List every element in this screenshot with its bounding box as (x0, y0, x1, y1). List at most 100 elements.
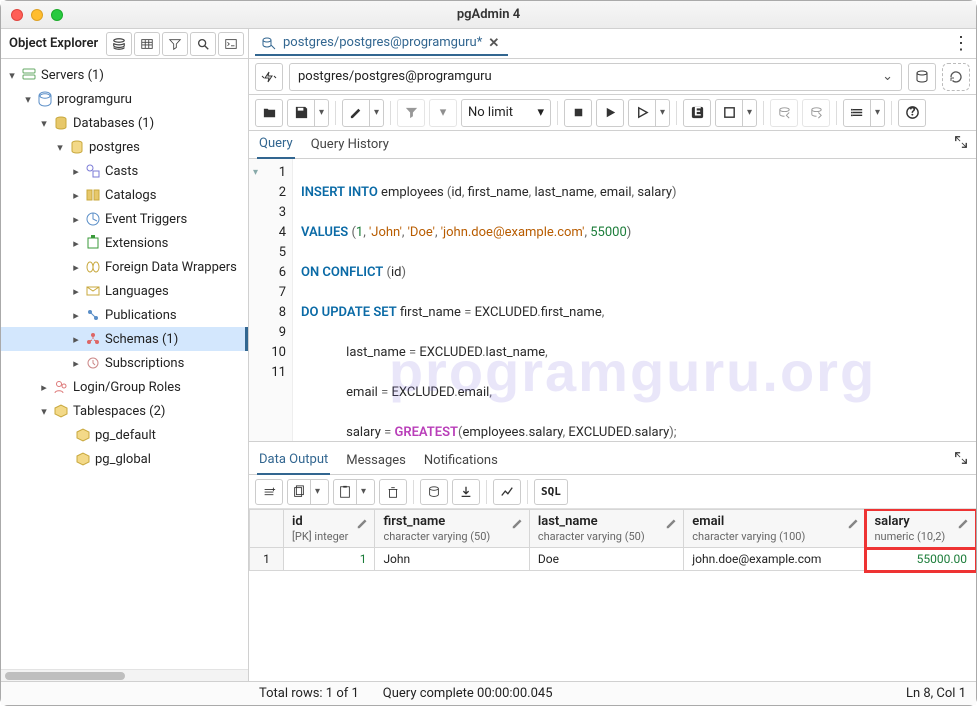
open-file-button[interactable] (255, 99, 283, 127)
tab-notifications[interactable]: Notifications (422, 447, 500, 474)
connection-dropdown[interactable]: postgres/postgres@programguru ⌄ (289, 63, 902, 91)
window-titlebar: pgAdmin 4 (1, 1, 976, 29)
object-tree[interactable]: ▾Servers (1) ▾programguru ▾Databases (1)… (1, 59, 248, 669)
catalogs-icon (85, 187, 101, 203)
edit-col-icon[interactable] (847, 516, 861, 530)
sql-editor[interactable]: 1234567891011 INSERT INTO employees (id,… (249, 159, 976, 441)
languages-icon (85, 283, 101, 299)
tab-messages[interactable]: Messages (344, 447, 408, 474)
tab-data-output[interactable]: Data Output (257, 446, 330, 475)
tab-menu-icon[interactable]: ⋮ (952, 33, 970, 54)
chevron-down-icon[interactable]: ▾ (655, 100, 669, 126)
commit-button[interactable]: ▾ (715, 99, 757, 127)
col-email[interactable]: emailcharacter varying (100) (684, 510, 866, 548)
tree-publications[interactable]: ▸Publications (1, 303, 248, 327)
event-triggers-icon (85, 211, 101, 227)
chevron-down-icon[interactable]: ▾ (314, 100, 328, 126)
col-id[interactable]: id[PK] integer (284, 510, 375, 548)
tab-query-history[interactable]: Query History (309, 131, 391, 158)
tree-event-triggers[interactable]: ▸Event Triggers (1, 207, 248, 231)
window-title: pgAdmin 4 (1, 7, 976, 22)
edit-button[interactable]: ▾ (342, 99, 384, 127)
tree-extensions[interactable]: ▸Extensions (1, 231, 248, 255)
col-first-name[interactable]: first_namecharacter varying (50) (375, 510, 529, 548)
psql-terminal-icon[interactable] (218, 32, 244, 56)
save-file-button[interactable]: ▾ (287, 99, 329, 127)
databases-icon (53, 115, 69, 131)
edit-col-icon[interactable] (511, 516, 525, 530)
explain-button[interactable]: ▾ (628, 99, 670, 127)
tree-schemas[interactable]: ▸Schemas (1) (1, 327, 248, 351)
svg-text:?: ? (909, 105, 915, 118)
tree-catalogs[interactable]: ▸Catalogs (1, 183, 248, 207)
save-data-button[interactable] (420, 479, 448, 505)
tree-db-postgres[interactable]: ▾postgres (1, 135, 248, 159)
tree-pg-global[interactable]: pg_global (1, 447, 248, 471)
status-cursor: Ln 8, Col 1 (906, 686, 966, 701)
chevron-down-icon[interactable]: ▾ (310, 480, 324, 504)
col-last-name[interactable]: last_namecharacter varying (50) (529, 510, 683, 548)
edit-col-icon[interactable] (665, 516, 679, 530)
tab-query[interactable]: Query (257, 130, 295, 159)
delete-row-button[interactable] (379, 479, 407, 505)
login-roles-icon (53, 379, 69, 395)
server-icon (37, 91, 53, 107)
download-button[interactable] (452, 479, 480, 505)
sql-button[interactable]: SQL (534, 479, 568, 505)
status-bar: Total rows: 1 of 1 Query complete 00:00:… (1, 681, 976, 705)
paste-button[interactable]: ▾ (333, 479, 375, 505)
fdw-icon (85, 259, 101, 275)
close-tab-icon[interactable]: ✕ (488, 36, 502, 50)
tree-casts[interactable]: ▸Casts (1, 159, 248, 183)
object-explorer-panel: Object Explorer ▾Servers (1) ▾programgur… (1, 29, 249, 681)
tree-pg-default[interactable]: pg_default (1, 423, 248, 447)
search-objects-icon[interactable] (190, 32, 216, 56)
query-tool-tab-icon (261, 35, 277, 51)
tree-server[interactable]: ▾programguru (1, 87, 248, 111)
limit-dropdown[interactable]: No limit▾ (461, 99, 551, 127)
add-row-button[interactable] (255, 479, 283, 505)
execute-button[interactable] (596, 99, 624, 127)
result-grid[interactable]: id[PK] integer first_namecharacter varyi… (249, 509, 976, 681)
tree-subscriptions[interactable]: ▸Subscriptions (1, 351, 248, 375)
tree-fdw[interactable]: ▸Foreign Data Wrappers (1, 255, 248, 279)
tree-servers[interactable]: ▾Servers (1) (1, 63, 248, 87)
status-time: Query complete 00:00:00.045 (383, 686, 553, 701)
chevron-down-icon[interactable]: ▾ (356, 480, 370, 504)
view-table-icon[interactable] (134, 32, 160, 56)
table-row[interactable]: 1 1 John Doe john.doe@example.com 55000.… (250, 548, 976, 571)
line-gutter: 1234567891011 (249, 159, 293, 441)
tree-tablespaces[interactable]: ▾Tablespaces (2) (1, 399, 248, 423)
status-rows: Total rows: 1 of 1 (259, 686, 359, 701)
chevron-down-icon[interactable]: ▾ (742, 100, 756, 126)
sidebar-h-scrollbar[interactable] (1, 669, 248, 681)
help-button[interactable]: ? (898, 99, 926, 127)
expand-output-icon[interactable] (954, 451, 968, 465)
tree-databases[interactable]: ▾Databases (1) (1, 111, 248, 135)
extensions-icon (85, 235, 101, 251)
reset-layout-icon[interactable] (942, 63, 970, 91)
graph-visualiser-button[interactable] (493, 479, 521, 505)
tree-login-roles[interactable]: ▸Login/Group Roles (1, 375, 248, 399)
server-group-icon (21, 67, 37, 83)
copy-button[interactable]: ▾ (287, 479, 329, 505)
connection-status-icon[interactable] (255, 63, 283, 91)
chevron-down-icon[interactable]: ▾ (369, 100, 383, 126)
macros-button[interactable]: ▾ (843, 99, 885, 127)
expand-editor-icon[interactable] (954, 135, 968, 149)
edit-col-icon[interactable] (356, 516, 370, 530)
query-tool-icon[interactable] (106, 32, 132, 56)
new-connection-icon[interactable] (908, 63, 936, 91)
stop-button[interactable] (564, 99, 592, 127)
output-toolbar: ▾ ▾ SQL (249, 475, 976, 509)
editor-tab[interactable]: postgres/postgres@programguru* ✕ (255, 32, 508, 56)
explain-analyze-button[interactable]: E (683, 99, 711, 127)
filter-rows-icon[interactable] (162, 32, 188, 56)
col-salary[interactable]: salarynumeric (10,2) (866, 510, 976, 548)
tree-languages[interactable]: ▸Languages (1, 279, 248, 303)
filter-dropdown: ▾ (429, 99, 457, 127)
edit-col-icon[interactable] (957, 516, 971, 530)
chevron-down-icon[interactable]: ▾ (870, 100, 884, 126)
tablespace-icon (75, 451, 91, 467)
query-toolbar: ▾ ▾ ▾ No limit▾ ▾ E ▾ ▾ ? (249, 95, 976, 131)
